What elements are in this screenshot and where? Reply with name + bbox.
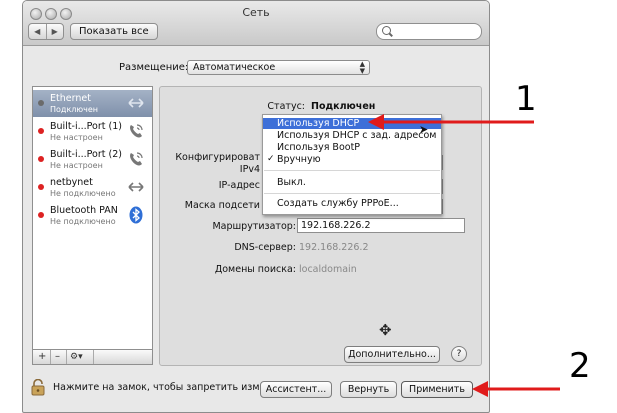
router-label: Маршрутизатор: xyxy=(212,221,296,232)
service-item-builtin-2[interactable]: Built-i...Port (2) Не настроен xyxy=(33,146,152,173)
phone-icon xyxy=(130,152,143,166)
search-domains-label: Домены поиска: xyxy=(214,264,296,275)
service-status: Не настроен xyxy=(50,161,103,170)
dns-server-label: DNS-сервер: xyxy=(234,242,296,253)
service-status: Не подключено xyxy=(50,217,116,226)
window-title: Сеть xyxy=(242,6,270,19)
service-item-bluetooth-pan[interactable]: Bluetooth PAN Не подключено xyxy=(33,202,152,229)
service-status: Подключен xyxy=(50,105,98,114)
mouse-cursor-icon: ➤ xyxy=(419,123,429,136)
menu-separator xyxy=(264,193,440,194)
status-dot xyxy=(38,100,44,106)
annotation-number-1: 1 xyxy=(515,79,537,119)
title-bar: Сеть ◀ ▶ Показать все xyxy=(23,1,489,46)
search-field[interactable] xyxy=(376,23,482,40)
ethernet-arrows-icon xyxy=(128,182,144,192)
forward-button[interactable]: ▶ xyxy=(45,24,64,39)
menu-item-create-pppoe[interactable]: Создать службу PPPoE... xyxy=(263,198,441,209)
annotation-number-2: 2 xyxy=(569,346,591,386)
search-icon xyxy=(382,26,391,35)
configure-ipv4-label: Конфигурироват xyxy=(175,152,260,163)
status-dot xyxy=(38,156,44,162)
service-name: Built-i...Port (2) xyxy=(50,149,122,160)
ethernet-arrows-icon xyxy=(128,98,144,108)
bluetooth-icon xyxy=(129,206,143,224)
menu-item-manual-label: Вручную xyxy=(277,154,321,165)
location-value: Автоматическое xyxy=(193,62,276,73)
checkmark-icon: ✓ xyxy=(267,154,275,164)
service-item-netbynet[interactable]: netbynet Не подключено xyxy=(33,174,152,201)
revert-button[interactable]: Вернуть xyxy=(340,381,397,398)
menu-item-off[interactable]: Выкл. xyxy=(263,177,441,188)
services-toolbar: + – ⚙▾ xyxy=(32,349,153,365)
menu-item-manual[interactable]: ✓ Вручную xyxy=(263,154,441,165)
service-item-ethernet[interactable]: Ethernet Подключен xyxy=(33,90,152,117)
select-arrows-icon: ▲ ▼ xyxy=(359,60,365,75)
location-label: Размещение: xyxy=(119,62,189,73)
remove-service-button[interactable]: – xyxy=(55,350,60,364)
configure-ipv4-label-2: IPv4 xyxy=(239,164,260,175)
status-label: Статус: xyxy=(267,101,305,112)
menu-item-dhcp-manual[interactable]: Используя DHCP с зад. адресом xyxy=(263,130,441,141)
menu-separator xyxy=(264,170,440,171)
service-status: Не подключено xyxy=(50,189,116,198)
subnet-mask-label: Маска подсети xyxy=(184,200,260,211)
service-name: netbynet xyxy=(50,177,93,188)
gear-menu-button[interactable]: ⚙▾ xyxy=(70,350,83,364)
router-field[interactable]: 192.168.226.2 xyxy=(297,218,465,233)
back-forward-control: ◀ ▶ xyxy=(28,23,64,40)
apply-button[interactable]: Применить xyxy=(401,381,473,398)
status-dot xyxy=(38,212,44,218)
help-button[interactable]: ? xyxy=(451,346,467,362)
mouse-pointer-icon: ✥ xyxy=(379,321,392,339)
service-item-builtin-1[interactable]: Built-i...Port (1) Не настроен xyxy=(33,118,152,145)
assistant-button[interactable]: Ассистент... xyxy=(260,381,332,398)
divider xyxy=(93,350,94,364)
location-select[interactable]: Автоматическое ▲ ▼ xyxy=(187,60,370,75)
service-name: Ethernet xyxy=(50,93,91,104)
add-service-button[interactable]: + xyxy=(38,350,46,364)
menu-item-bootp[interactable]: Используя BootP xyxy=(263,142,441,153)
services-list[interactable]: Ethernet Подключен Built-i...Port (1) Не… xyxy=(32,86,153,350)
divider xyxy=(50,350,51,364)
ip-address-label: IP-адрес xyxy=(218,180,260,191)
phone-icon xyxy=(130,124,143,138)
show-all-button[interactable]: Показать все xyxy=(70,23,158,40)
status-dot xyxy=(38,128,44,134)
search-domains-value: localdomain xyxy=(299,264,357,275)
lock-icon[interactable] xyxy=(31,379,45,396)
service-status: Не настроен xyxy=(50,133,103,142)
back-button[interactable]: ◀ xyxy=(29,24,46,39)
status-dot xyxy=(38,184,44,190)
menu-item-dhcp[interactable]: Используя DHCP xyxy=(263,118,441,129)
service-name: Built-i...Port (1) xyxy=(50,121,122,132)
advanced-button[interactable]: Дополнительно... xyxy=(344,346,440,363)
configure-ipv4-menu[interactable]: Используя DHCP Используя DHCP с зад. адр… xyxy=(262,114,442,215)
divider xyxy=(66,350,67,364)
status-value: Подключен xyxy=(311,101,376,112)
dns-server-value: 192.168.226.2 xyxy=(299,242,369,253)
service-name: Bluetooth PAN xyxy=(50,205,118,216)
